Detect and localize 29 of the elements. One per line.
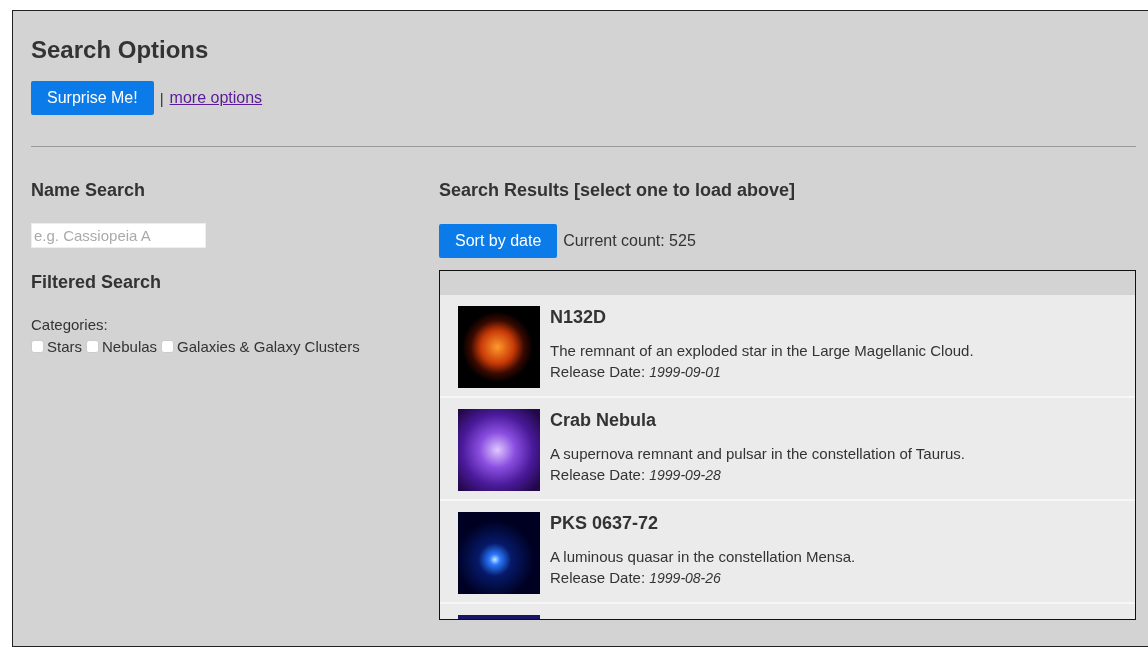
checkbox-label[interactable]: Nebulas	[102, 338, 158, 355]
sort-button[interactable]: Sort by date	[439, 224, 558, 258]
page-title: Search Options	[31, 35, 209, 65]
result-count: Current count: 525	[563, 232, 696, 250]
section-heading: Name Search	[31, 179, 146, 201]
checkbox[interactable]	[31, 340, 44, 353]
result-description: The remnant of an exploded star in the Large Magellanic Cloud.	[550, 341, 974, 361]
checkbox[interactable]	[86, 340, 99, 353]
name-search-field[interactable]: e.g. Cassiopeia A	[31, 223, 206, 248]
surprise-button[interactable]: Surprise Me!	[31, 81, 154, 115]
checkbox-label[interactable]: Galaxies & Galaxy Clusters	[177, 338, 360, 355]
section-heading: Filtered Search	[31, 271, 162, 293]
result-description: A luminous quasar in the constellation Mensa.	[550, 547, 856, 567]
result-title[interactable]: Crab Nebula	[550, 409, 965, 431]
separator: |	[159, 89, 164, 107]
release-date: Release Date: 1999-09-01	[550, 362, 722, 382]
release-date: Release Date: 1999-09-28	[550, 465, 722, 485]
checkbox-label[interactable]: Stars	[47, 338, 82, 355]
release-date: Release Date: 1999-08-26	[550, 568, 722, 588]
result-item[interactable]: Crab Nebula A supernova remnant and pulsar in the constellation of Taurus. Release Date: 1999-09-28	[440, 398, 1135, 501]
result-description: A supernova remnant and pulsar in the constellation of Taurus.	[550, 444, 965, 464]
result-item[interactable]: PKS 0637-72 A luminous quasar in the constellation Mensa. Release Date: 1999-08-26	[440, 501, 1135, 604]
more-options-link[interactable]: more options	[169, 89, 263, 107]
checkbox[interactable]	[161, 340, 175, 353]
result-item[interactable]: N132D The remnant of an exploded star in the Large Magellanic Cloud. Release Date: 1999-09-01	[440, 295, 1135, 398]
categories-label: Categories:	[31, 315, 109, 335]
section-heading: Search Results [select one to load above]	[439, 179, 796, 201]
result-title[interactable]: N132D	[550, 306, 974, 328]
result-title[interactable]: PKS 0637-72	[550, 512, 856, 534]
